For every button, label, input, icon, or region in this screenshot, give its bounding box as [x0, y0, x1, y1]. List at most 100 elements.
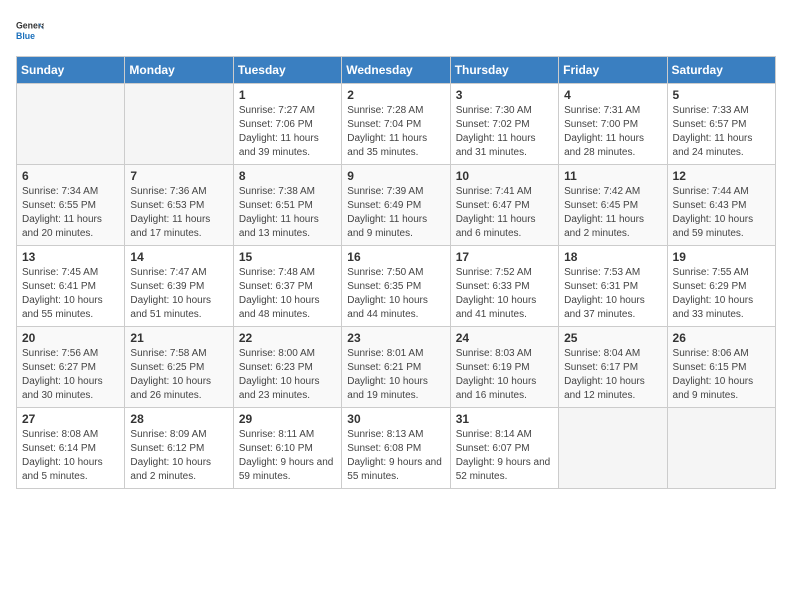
- day-cell: 10 Sunrise: 7:41 AMSunset: 6:47 PMDayligh…: [450, 165, 558, 246]
- day-number: 29: [239, 412, 336, 426]
- day-cell: 19Sunrise: 7:55 AMSunset: 6:29 PMDayligh…: [667, 246, 775, 327]
- day-number: 15: [239, 250, 336, 264]
- day-number: 16: [347, 250, 444, 264]
- week-row-1: 1 Sunrise: 7:27 AMSunset: 7:06 PMDaylight…: [17, 84, 776, 165]
- day-cell: [667, 408, 775, 489]
- day-number: 18: [564, 250, 661, 264]
- day-cell: 8 Sunrise: 7:38 AMSunset: 6:51 PMDaylight…: [233, 165, 341, 246]
- day-cell: 27 Sunrise: 8:08 AMSunset: 6:14 PMDayligh…: [17, 408, 125, 489]
- day-number: 23: [347, 331, 444, 345]
- day-info: Sunrise: 7:47 AMSunset: 6:39 PMDaylight:…: [130, 266, 227, 322]
- day-number: 25: [564, 331, 661, 345]
- day-number: 24: [456, 331, 553, 345]
- day-cell: [17, 84, 125, 165]
- day-cell: 23 Sunrise: 8:01 AMSunset: 6:21 PMDayligh…: [342, 327, 450, 408]
- day-info: Sunrise: 7:39 AMSunset: 6:49 PMDaylight:…: [347, 185, 444, 241]
- day-number: 6: [22, 169, 119, 183]
- day-cell: 12 Sunrise: 7:44 AMSunset: 6:43 PMDayligh…: [667, 165, 775, 246]
- day-info: Sunrise: 7:50 AMSunset: 6:35 PMDaylight:…: [347, 266, 444, 322]
- day-info: Sunrise: 7:38 AMSunset: 6:51 PMDaylight:…: [239, 185, 336, 241]
- day-cell: 20Sunrise: 7:56 AMSunset: 6:27 PMDayligh…: [17, 327, 125, 408]
- day-info: Sunrise: 8:08 AMSunset: 6:14 PMDaylight:…: [22, 428, 119, 484]
- day-number: 3: [456, 88, 553, 102]
- day-number: 28: [130, 412, 227, 426]
- day-cell: [125, 84, 233, 165]
- day-info: Sunrise: 7:27 AMSunset: 7:06 PMDaylight:…: [239, 104, 336, 160]
- day-cell: 14 Sunrise: 7:47 AMSunset: 6:39 PMDayligh…: [125, 246, 233, 327]
- day-number: 4: [564, 88, 661, 102]
- day-cell: 15 Sunrise: 7:48 AMSunset: 6:37 PMDayligh…: [233, 246, 341, 327]
- day-info: Sunrise: 7:36 AMSunset: 6:53 PMDaylight:…: [130, 185, 227, 241]
- header-row: SundayMondayTuesdayWednesdayThursdayFrid…: [17, 57, 776, 84]
- day-info: Sunrise: 8:11 AMSunset: 6:10 PMDaylight:…: [239, 428, 336, 484]
- col-header-friday: Friday: [559, 57, 667, 84]
- day-info: Sunrise: 8:09 AMSunset: 6:12 PMDaylight:…: [130, 428, 227, 484]
- day-number: 30: [347, 412, 444, 426]
- day-number: 11: [564, 169, 661, 183]
- day-info: Sunrise: 7:41 AMSunset: 6:47 PMDaylight:…: [456, 185, 553, 241]
- day-number: 8: [239, 169, 336, 183]
- week-row-2: 6 Sunrise: 7:34 AMSunset: 6:55 PMDaylight…: [17, 165, 776, 246]
- day-cell: 21 Sunrise: 7:58 AMSunset: 6:25 PMDayligh…: [125, 327, 233, 408]
- day-info: Sunrise: 7:48 AMSunset: 6:37 PMDaylight:…: [239, 266, 336, 322]
- week-row-3: 13 Sunrise: 7:45 AMSunset: 6:41 PMDayligh…: [17, 246, 776, 327]
- day-info: Sunrise: 7:45 AMSunset: 6:41 PMDaylight:…: [22, 266, 119, 322]
- day-cell: 28 Sunrise: 8:09 AMSunset: 6:12 PMDayligh…: [125, 408, 233, 489]
- day-info: Sunrise: 7:33 AMSunset: 6:57 PMDaylight:…: [673, 104, 770, 160]
- day-info: Sunrise: 7:34 AMSunset: 6:55 PMDaylight:…: [22, 185, 119, 241]
- day-cell: 22Sunrise: 8:00 AMSunset: 6:23 PMDayligh…: [233, 327, 341, 408]
- svg-text:Blue: Blue: [16, 31, 35, 41]
- day-number: 9: [347, 169, 444, 183]
- col-header-sunday: Sunday: [17, 57, 125, 84]
- col-header-tuesday: Tuesday: [233, 57, 341, 84]
- day-cell: 17 Sunrise: 7:52 AMSunset: 6:33 PMDayligh…: [450, 246, 558, 327]
- day-number: 21: [130, 331, 227, 345]
- col-header-saturday: Saturday: [667, 57, 775, 84]
- day-info: Sunrise: 7:31 AMSunset: 7:00 PMDaylight:…: [564, 104, 661, 160]
- logo: General Blue: [16, 16, 44, 44]
- day-info: Sunrise: 8:03 AMSunset: 6:19 PMDaylight:…: [456, 347, 553, 403]
- day-cell: 13 Sunrise: 7:45 AMSunset: 6:41 PMDayligh…: [17, 246, 125, 327]
- day-number: 13: [22, 250, 119, 264]
- day-number: 7: [130, 169, 227, 183]
- day-cell: 5Sunrise: 7:33 AMSunset: 6:57 PMDaylight…: [667, 84, 775, 165]
- day-cell: 2 Sunrise: 7:28 AMSunset: 7:04 PMDaylight…: [342, 84, 450, 165]
- col-header-monday: Monday: [125, 57, 233, 84]
- col-header-wednesday: Wednesday: [342, 57, 450, 84]
- day-info: Sunrise: 8:13 AMSunset: 6:08 PMDaylight:…: [347, 428, 444, 484]
- day-cell: 29 Sunrise: 8:11 AMSunset: 6:10 PMDayligh…: [233, 408, 341, 489]
- day-cell: 11 Sunrise: 7:42 AMSunset: 6:45 PMDayligh…: [559, 165, 667, 246]
- day-cell: 6 Sunrise: 7:34 AMSunset: 6:55 PMDaylight…: [17, 165, 125, 246]
- day-number: 27: [22, 412, 119, 426]
- day-number: 20: [22, 331, 119, 345]
- day-info: Sunrise: 7:28 AMSunset: 7:04 PMDaylight:…: [347, 104, 444, 160]
- day-info: Sunrise: 7:52 AMSunset: 6:33 PMDaylight:…: [456, 266, 553, 322]
- col-header-thursday: Thursday: [450, 57, 558, 84]
- day-cell: 4 Sunrise: 7:31 AMSunset: 7:00 PMDaylight…: [559, 84, 667, 165]
- day-info: Sunrise: 8:14 AMSunset: 6:07 PMDaylight:…: [456, 428, 553, 484]
- day-cell: 30 Sunrise: 8:13 AMSunset: 6:08 PMDayligh…: [342, 408, 450, 489]
- day-cell: 3Sunrise: 7:30 AMSunset: 7:02 PMDaylight…: [450, 84, 558, 165]
- day-cell: 25 Sunrise: 8:04 AMSunset: 6:17 PMDayligh…: [559, 327, 667, 408]
- day-cell: 24 Sunrise: 8:03 AMSunset: 6:19 PMDayligh…: [450, 327, 558, 408]
- week-row-4: 20Sunrise: 7:56 AMSunset: 6:27 PMDayligh…: [17, 327, 776, 408]
- day-info: Sunrise: 8:04 AMSunset: 6:17 PMDaylight:…: [564, 347, 661, 403]
- day-number: 2: [347, 88, 444, 102]
- day-number: 1: [239, 88, 336, 102]
- day-number: 26: [673, 331, 770, 345]
- day-cell: 26 Sunrise: 8:06 AMSunset: 6:15 PMDayligh…: [667, 327, 775, 408]
- day-number: 14: [130, 250, 227, 264]
- day-cell: 16 Sunrise: 7:50 AMSunset: 6:35 PMDayligh…: [342, 246, 450, 327]
- day-info: Sunrise: 7:42 AMSunset: 6:45 PMDaylight:…: [564, 185, 661, 241]
- day-number: 12: [673, 169, 770, 183]
- day-info: Sunrise: 7:58 AMSunset: 6:25 PMDaylight:…: [130, 347, 227, 403]
- logo-icon: General Blue: [16, 16, 44, 44]
- day-number: 19: [673, 250, 770, 264]
- day-cell: 18Sunrise: 7:53 AMSunset: 6:31 PMDayligh…: [559, 246, 667, 327]
- day-info: Sunrise: 8:06 AMSunset: 6:15 PMDaylight:…: [673, 347, 770, 403]
- day-info: Sunrise: 8:01 AMSunset: 6:21 PMDaylight:…: [347, 347, 444, 403]
- day-number: 17: [456, 250, 553, 264]
- day-cell: [559, 408, 667, 489]
- day-number: 10: [456, 169, 553, 183]
- day-info: Sunrise: 7:44 AMSunset: 6:43 PMDaylight:…: [673, 185, 770, 241]
